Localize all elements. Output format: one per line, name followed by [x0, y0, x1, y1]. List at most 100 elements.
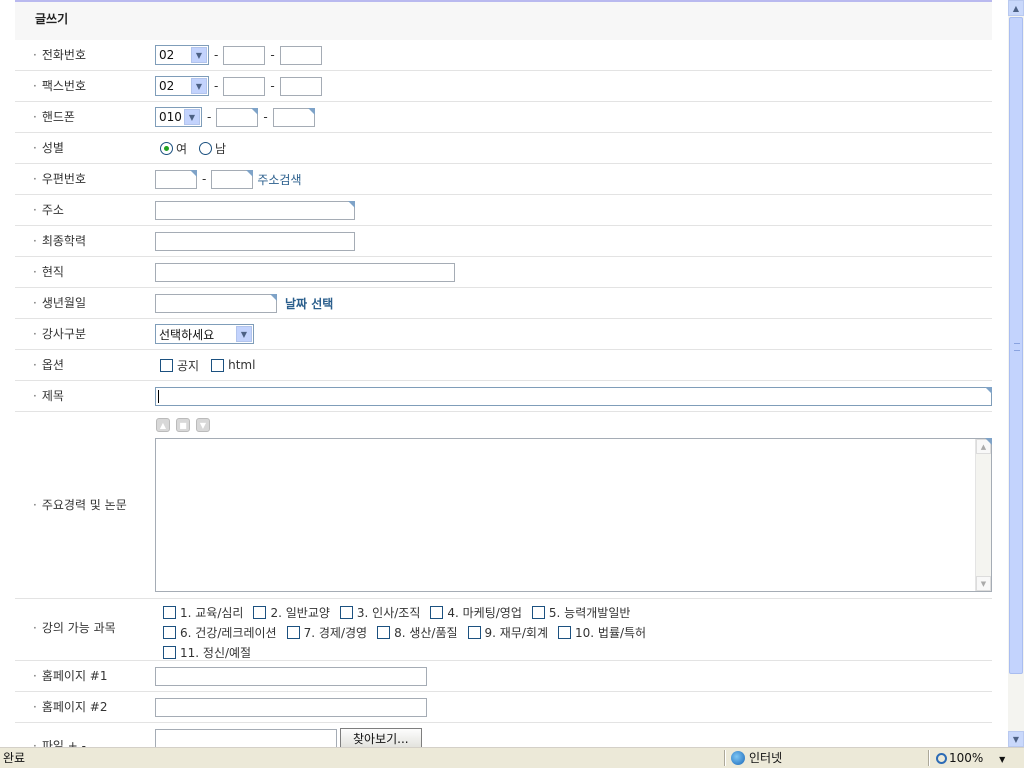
fax-area-select[interactable]: 02 ▼	[155, 76, 209, 96]
row-instructor-type: 강사구분 선택하세요 ▼	[15, 319, 992, 350]
gender-female-radio[interactable]	[160, 141, 173, 155]
zipcode-second-input[interactable]	[211, 169, 254, 189]
row-homepage-2: 홈페이지 #2	[15, 692, 992, 723]
fax-mid-input[interactable]	[223, 76, 266, 96]
phone-last-input[interactable]	[279, 45, 322, 65]
chevron-down-icon[interactable]: ▼	[999, 755, 1005, 764]
mobile-prefix-select[interactable]: 010 ▼	[155, 107, 202, 127]
course-option[interactable]: 3. 인사/조직	[339, 604, 420, 621]
subject-input[interactable]	[155, 386, 992, 406]
course-checkbox[interactable]	[253, 605, 267, 619]
instructor-type-select[interactable]: 선택하세요 ▼	[155, 324, 254, 344]
dash: -	[270, 48, 275, 62]
chevron-down-icon[interactable]: ▼	[976, 576, 991, 591]
address-search-link[interactable]: 주소검색	[257, 171, 301, 188]
divider	[724, 750, 726, 766]
course-text: 8. 생산/품질	[394, 625, 458, 640]
dash: -	[207, 110, 212, 124]
notice-option[interactable]: 공지	[160, 357, 199, 374]
phone-label: 전화번호	[33, 40, 86, 70]
address-input[interactable]	[155, 200, 355, 220]
course-checkbox[interactable]	[163, 645, 176, 659]
course-text: 5. 능력개발일반	[548, 605, 631, 620]
course-option[interactable]: 10. 법률/특허	[558, 624, 646, 641]
dash: -	[214, 48, 219, 62]
course-option[interactable]: 9. 재무/회계	[467, 624, 548, 641]
page-scrollbar[interactable]: ▲ ▼	[1008, 0, 1024, 747]
course-option[interactable]: 11. 정신/예절	[163, 644, 251, 661]
html-checkbox[interactable]	[211, 358, 225, 372]
gender-female-option[interactable]: 여	[160, 140, 187, 157]
html-option[interactable]: html	[211, 358, 255, 372]
current-job-input[interactable]	[155, 262, 455, 282]
row-file: 파일 + - 찾아보기...	[15, 723, 992, 747]
gender-male-option[interactable]: 남	[199, 140, 226, 157]
chevron-down-icon: ▼	[184, 109, 200, 125]
course-option[interactable]: 8. 생산/품질	[377, 624, 458, 641]
homepage-2-input[interactable]	[155, 697, 427, 717]
course-option[interactable]: 5. 능력개발일반	[531, 604, 631, 621]
course-checkbox[interactable]	[558, 625, 571, 639]
course-checkbox[interactable]	[163, 605, 176, 619]
homepage-2-label: 홈페이지 #2	[33, 692, 108, 722]
mobile-mid-input[interactable]	[216, 107, 259, 127]
chevron-down-icon[interactable]: ▼	[1008, 731, 1024, 747]
course-checkbox[interactable]	[467, 625, 481, 639]
gender-male-radio[interactable]	[199, 141, 213, 155]
course-checkbox[interactable]	[377, 625, 391, 639]
course-option[interactable]: 4. 마케팅/영업	[430, 604, 522, 621]
file-label[interactable]: 파일 + -	[33, 731, 86, 747]
row-education: 최종학력	[15, 226, 992, 257]
row-current-job: 현직	[15, 257, 992, 288]
course-checkbox[interactable]	[531, 605, 545, 619]
notice-checkbox[interactable]	[160, 358, 173, 372]
divider	[928, 750, 930, 766]
options-label: 옵션	[33, 350, 64, 380]
phone-area-value: 02	[159, 48, 175, 62]
zoom-text: 100%	[949, 751, 984, 765]
zipcode-label: 우편번호	[33, 164, 86, 194]
course-checkbox[interactable]	[163, 625, 176, 639]
html-text: html	[228, 358, 256, 372]
course-checkbox[interactable]	[286, 625, 300, 639]
career-textarea[interactable]: ▲ ▼	[155, 438, 992, 592]
zoom-control[interactable]: 100% ▼	[936, 750, 1005, 767]
phone-area-select[interactable]: 02 ▼	[155, 45, 209, 65]
row-mobile: 핸드폰 010 ▼ - -	[15, 102, 992, 133]
course-text: 6. 건강/레크레이션	[180, 625, 277, 640]
notice-text: 공지	[177, 358, 200, 373]
birthdate-input[interactable]	[155, 293, 277, 313]
chevron-up-icon[interactable]: ▲	[1008, 0, 1024, 16]
date-pick-link[interactable]: 날짜 선택	[285, 295, 333, 312]
textarea-scrollbar[interactable]: ▲ ▼	[975, 439, 991, 591]
course-checkbox[interactable]	[339, 605, 353, 619]
row-gender: 성별 여 남	[15, 133, 992, 164]
course-option[interactable]: 2. 일반교양	[253, 604, 330, 621]
gender-female-text: 여	[176, 141, 188, 156]
scrollbar-thumb[interactable]	[1009, 17, 1023, 674]
globe-icon	[731, 751, 745, 765]
arrow-down-icon[interactable]: ▼	[196, 418, 210, 432]
course-option[interactable]: 1. 교육/심리	[163, 604, 243, 621]
square-icon[interactable]: ■	[176, 418, 190, 432]
mobile-last-input[interactable]	[272, 107, 315, 127]
course-text: 9. 재무/회계	[484, 625, 548, 640]
chevron-up-icon[interactable]: ▲	[976, 439, 991, 454]
education-input[interactable]	[155, 231, 355, 251]
fax-last-input[interactable]	[279, 76, 322, 96]
course-option[interactable]: 7. 경제/경영	[286, 624, 367, 641]
course-checkbox[interactable]	[430, 605, 444, 619]
browse-button[interactable]: 찾아보기...	[340, 728, 422, 747]
course-text: 1. 교육/심리	[180, 605, 244, 620]
chevron-down-icon: ▼	[191, 47, 207, 63]
homepage-1-input[interactable]	[155, 666, 427, 686]
gender-male-text: 남	[215, 141, 227, 156]
arrow-up-icon[interactable]: ▲	[156, 418, 170, 432]
file-path-input[interactable]	[155, 728, 337, 747]
chevron-down-icon: ▼	[236, 326, 252, 342]
course-option[interactable]: 6. 건강/레크레이션	[163, 624, 277, 641]
phone-mid-input[interactable]	[223, 45, 266, 65]
row-zipcode: 우편번호 - 주소검색	[15, 164, 992, 195]
zipcode-first-input[interactable]	[155, 169, 197, 189]
dash: -	[214, 79, 219, 93]
